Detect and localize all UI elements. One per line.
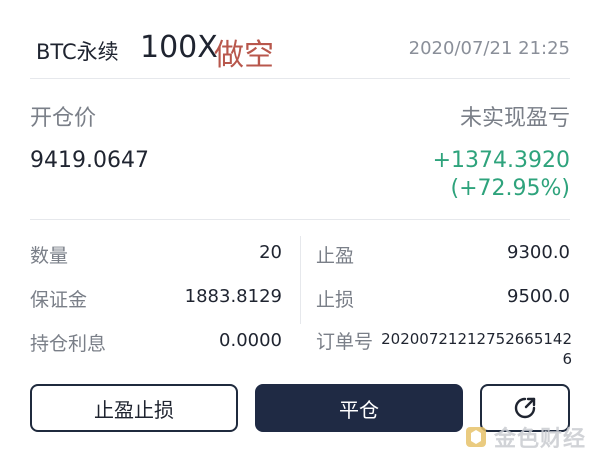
- close-position-button[interactable]: 平仓: [255, 384, 463, 432]
- position-side: 做空: [214, 38, 274, 73]
- tp-sl-button[interactable]: 止盈止损: [30, 384, 238, 432]
- tp-sl-button-label: 止盈止损: [94, 397, 174, 422]
- timestamp: 2020/07/21 21:25: [408, 38, 570, 59]
- margin-label: 保证金: [30, 289, 88, 311]
- leverage: 100X: [140, 30, 218, 65]
- unrealized-pnl-percent: (+72.95%): [450, 176, 571, 201]
- entry-price: 9419.0647: [30, 148, 149, 173]
- stop-loss-label: 止损: [316, 289, 355, 311]
- close-position-button-label: 平仓: [339, 397, 379, 422]
- price-divider: [30, 219, 570, 220]
- unrealized-pnl: +1374.3920: [432, 148, 570, 173]
- contract-symbol: BTC永续: [36, 40, 119, 64]
- share-icon: [512, 395, 538, 421]
- column-divider: [300, 236, 301, 324]
- order-number-label: 订单号: [316, 331, 374, 353]
- funding-value: 0.0000: [219, 330, 282, 351]
- margin-value: 1883.8129: [184, 286, 282, 307]
- quantity-label: 数量: [30, 245, 69, 267]
- watermark: 金色财经: [464, 421, 586, 453]
- funding-label: 持仓利息: [30, 333, 107, 355]
- stop-loss-value: 9500.0: [507, 286, 570, 307]
- watermark-logo-icon: [465, 427, 486, 447]
- unrealized-pnl-label: 未实现盈亏: [459, 106, 570, 131]
- quantity-value: 20: [259, 242, 282, 263]
- order-number-value: 20200721212752665142 6: [381, 330, 572, 368]
- take-profit-value: 9300.0: [507, 242, 570, 263]
- entry-price-label: 开仓价: [30, 106, 97, 131]
- header-divider: [30, 78, 570, 79]
- take-profit-label: 止盈: [316, 245, 355, 267]
- watermark-text: 金色财经: [493, 427, 586, 452]
